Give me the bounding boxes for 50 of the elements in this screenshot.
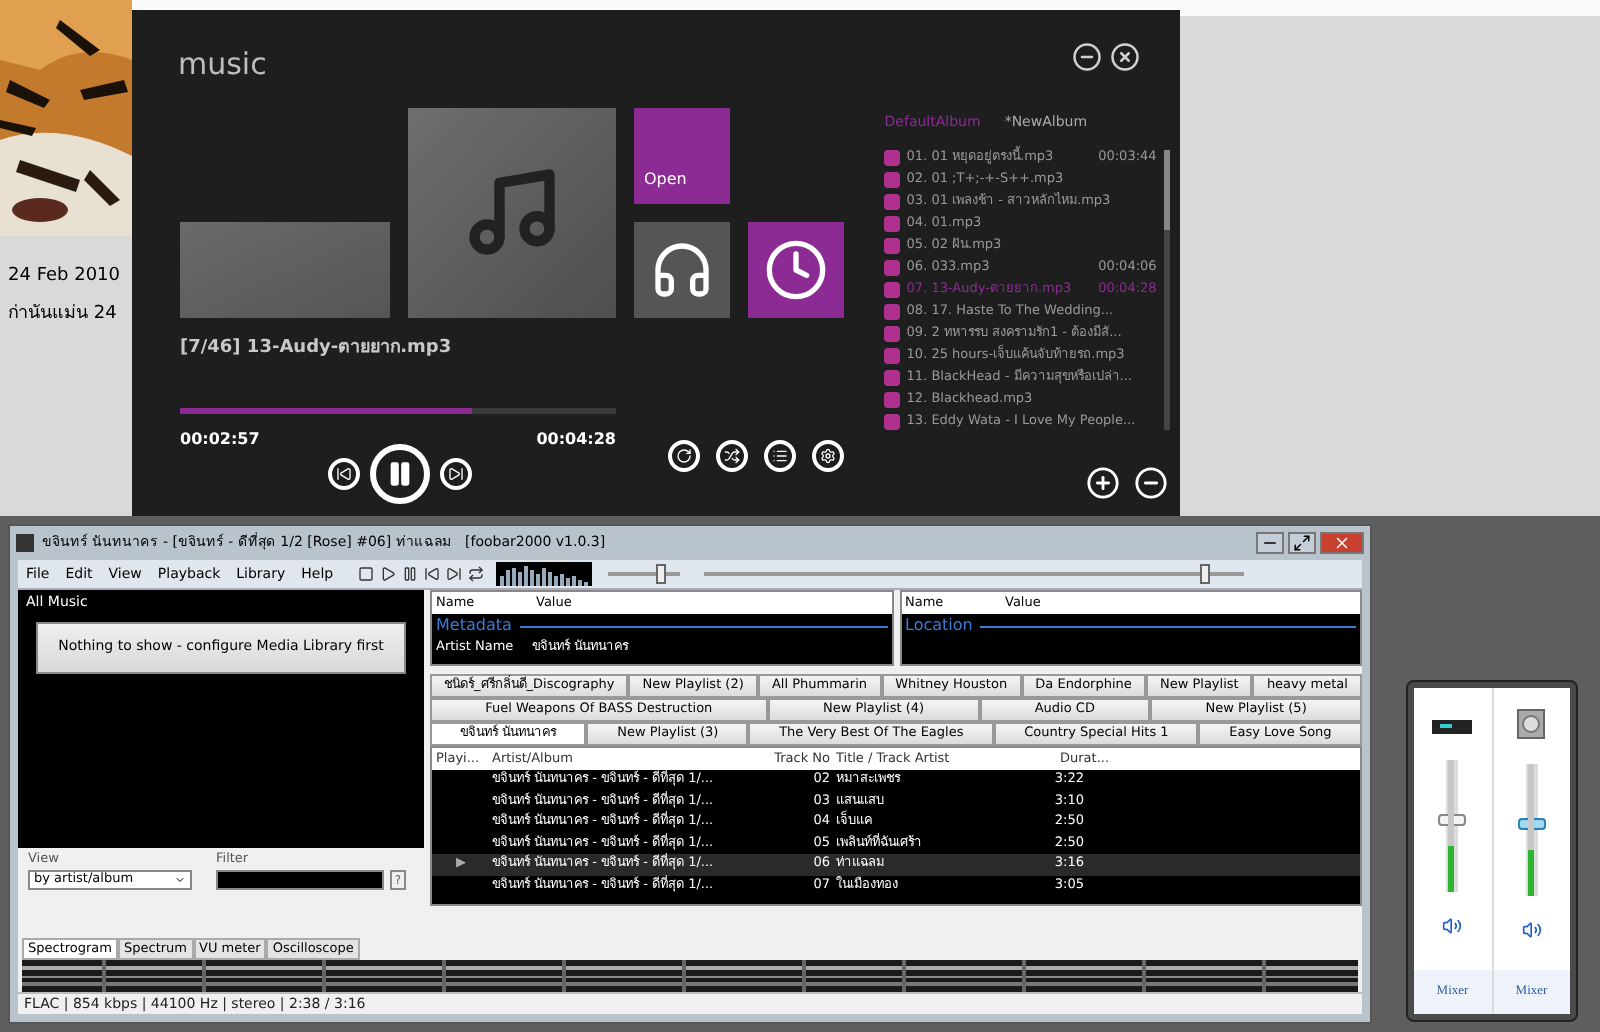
stop-icon[interactable] [357, 566, 374, 582]
previous-icon[interactable] [423, 566, 440, 582]
shuffle-icon [724, 448, 740, 464]
speaker-mute-icon[interactable] [1442, 916, 1463, 936]
section-title: Location [905, 614, 973, 638]
remove-icon[interactable] [1134, 466, 1168, 500]
total-time: 00:04:28 [536, 428, 616, 452]
add-icon[interactable] [1086, 466, 1120, 500]
window-title: music [178, 44, 267, 86]
caret-icon [174, 873, 186, 886]
previous-button[interactable] [328, 458, 360, 490]
headphones-icon [650, 237, 714, 301]
app-icon [16, 534, 34, 552]
pause-button[interactable] [370, 444, 430, 504]
next-button[interactable] [440, 458, 472, 490]
list-button[interactable] [764, 440, 796, 472]
play-icon[interactable] [379, 566, 396, 582]
scrollbar[interactable] [1164, 150, 1171, 430]
album-tile[interactable] [180, 221, 390, 317]
repeat-button[interactable] [668, 440, 700, 472]
settings-button[interactable] [812, 440, 844, 472]
progress-track[interactable] [180, 408, 616, 414]
date-text: 24 Feb 2010 [8, 264, 121, 290]
filter-field[interactable] [216, 869, 384, 890]
device-icon [1432, 716, 1473, 736]
shuffle-button[interactable] [716, 440, 748, 472]
open-tile[interactable]: Open [634, 107, 730, 203]
next-icon [448, 466, 464, 482]
repeat-icon [676, 448, 692, 464]
clock-tile[interactable] [748, 221, 844, 317]
next-icon[interactable] [445, 566, 462, 582]
pause-icon[interactable] [401, 566, 418, 582]
seek-thumb[interactable] [1199, 564, 1210, 584]
visualizer-drawing [495, 562, 592, 586]
previous-icon [336, 466, 352, 482]
elapsed-time: 00:02:57 [180, 428, 260, 452]
settings-icon [820, 448, 836, 464]
music-note-tile[interactable] [408, 107, 616, 317]
headphones-tile[interactable] [634, 221, 730, 317]
maximize-icon[interactable] [1288, 532, 1316, 554]
pause-icon [386, 460, 414, 488]
now-playing-text: [7/46] 13-Audy-ตายยาก.mp3 [180, 335, 454, 361]
speaker-icon [1515, 708, 1548, 740]
caption-text: ก่านันแม่น 24 [8, 301, 119, 327]
list-icon [772, 448, 788, 464]
clock-icon [764, 237, 828, 301]
minimize-icon[interactable] [1256, 532, 1284, 554]
volume-thumb[interactable] [655, 564, 666, 584]
section-title: Metadata [436, 614, 512, 638]
speaker-mute-icon[interactable] [1521, 920, 1542, 940]
